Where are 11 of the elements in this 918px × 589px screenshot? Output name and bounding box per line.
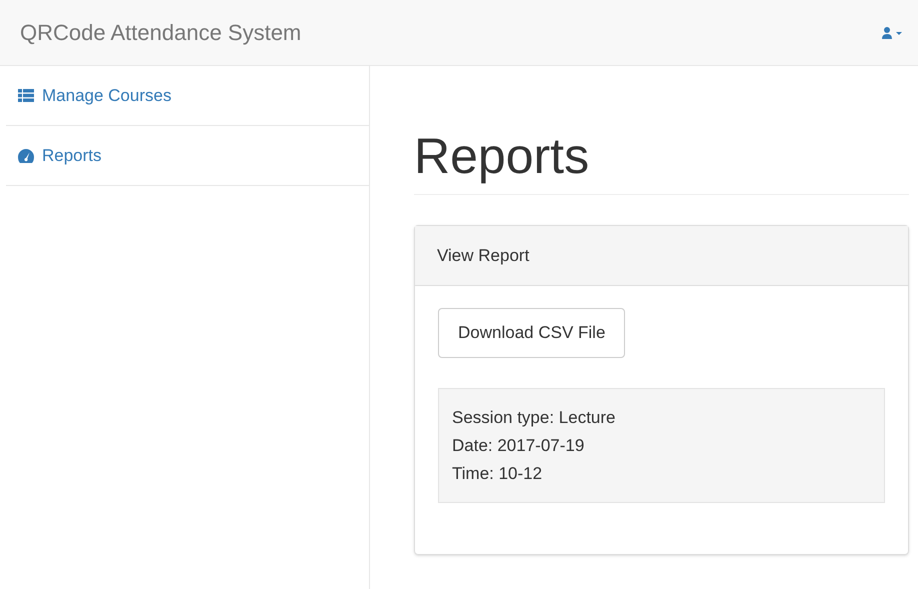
download-button[interactable]: Download CSV File — [438, 308, 626, 358]
brand-title[interactable]: QRCode Attendance System — [20, 16, 302, 49]
detail-line: Session type: Lecture — [452, 407, 616, 429]
sidebar-item[interactable]: Reports — [6, 126, 369, 186]
panel-title: View Report — [437, 244, 530, 267]
dashboard-icon — [18, 148, 34, 162]
detail-line: Date: 2017-07-19 — [452, 435, 584, 457]
detail-line: Time: 10-12 — [452, 463, 542, 485]
list-icon — [18, 89, 34, 102]
page-title: Reports — [414, 126, 909, 195]
sidebar-item[interactable]: Manage Courses — [6, 66, 369, 126]
